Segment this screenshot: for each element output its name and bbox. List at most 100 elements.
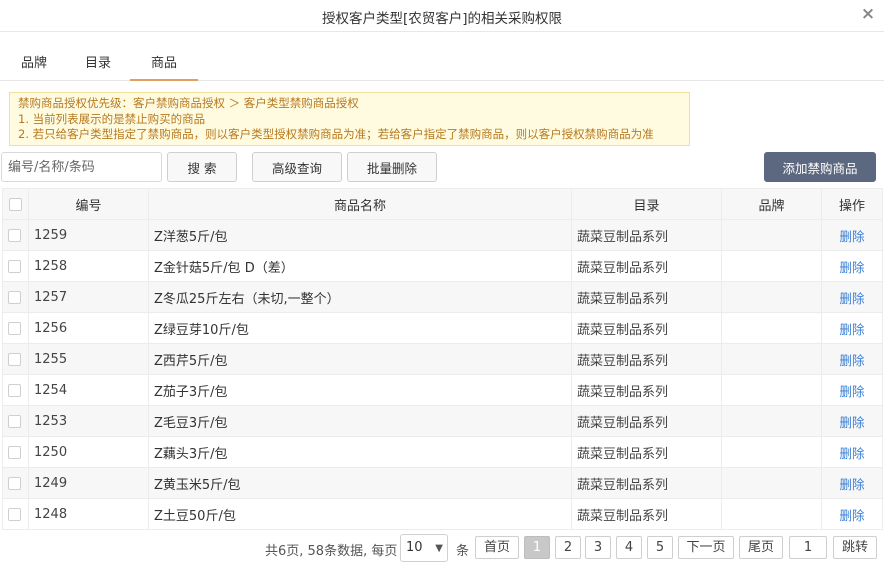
cell-brand <box>721 312 822 344</box>
cell-category: 蔬菜豆制品系列 <box>571 281 722 313</box>
cell-action: 删除 <box>821 405 883 437</box>
delete-link[interactable]: 删除 <box>839 477 864 492</box>
dialog-title: 授权客户类型[农贸客户]的相关采购权限 <box>321 11 563 27</box>
table-row: 1257 Z冬瓜25斤左右（未切,一整个） 蔬菜豆制品系列 删除 <box>2 281 883 313</box>
cell-action: 删除 <box>821 281 883 313</box>
page-size-unit: 条 <box>456 544 470 559</box>
notice-line-1: 1. 当前列表展示的是禁止购买的商品 <box>18 111 206 126</box>
row-checkbox[interactable] <box>8 352 21 366</box>
batch-delete-button[interactable]: 批量删除 <box>347 152 437 182</box>
next-page-button[interactable]: 下一页 <box>678 536 734 559</box>
cell-brand <box>721 436 822 468</box>
delete-link[interactable]: 删除 <box>839 260 864 275</box>
cell-name: Z金针菇5斤/包 D（差） <box>148 250 572 282</box>
header-brand[interactable]: 品牌 <box>721 188 822 220</box>
page-size-select[interactable]: 10 ▼ <box>400 534 448 562</box>
row-checkbox[interactable] <box>8 321 21 335</box>
delete-link[interactable]: 删除 <box>839 415 864 430</box>
page-size-value: 10 <box>406 540 423 555</box>
tab-catalog[interactable]: 目录 <box>74 50 122 81</box>
delete-link[interactable]: 删除 <box>839 353 864 368</box>
cell-id: 1250 <box>28 436 149 468</box>
row-checkbox[interactable] <box>8 383 21 397</box>
cell-category: 蔬菜豆制品系列 <box>571 343 722 375</box>
row-checkbox[interactable] <box>8 476 21 490</box>
page-button-3[interactable]: 3 <box>585 536 611 559</box>
delete-link[interactable]: 删除 <box>839 322 864 337</box>
row-checkbox-cell <box>2 281 29 313</box>
delete-link[interactable]: 删除 <box>839 291 864 306</box>
select-all-checkbox[interactable] <box>9 197 22 211</box>
cell-name: Z绿豆芽10斤/包 <box>148 312 572 344</box>
cell-name: Z藕头3斤/包 <box>148 436 572 468</box>
row-checkbox-cell <box>2 436 29 468</box>
cell-name: Z土豆50斤/包 <box>148 498 572 530</box>
search-button[interactable]: 搜 索 <box>167 152 237 182</box>
cell-action: 删除 <box>821 498 883 530</box>
header-action: 操作 <box>821 188 883 220</box>
table-row: 1249 Z黄玉米5斤/包 蔬菜豆制品系列 删除 <box>2 467 883 499</box>
table-row: 1253 Z毛豆3斤/包 蔬菜豆制品系列 删除 <box>2 405 883 437</box>
close-icon[interactable]: × <box>858 4 878 24</box>
cell-id: 1259 <box>28 219 149 251</box>
table-row: 1250 Z藕头3斤/包 蔬菜豆制品系列 删除 <box>2 436 883 468</box>
product-table-wrap: 编号 商品名称 目录 品牌 操作 1259 Z洋葱5斤/包 蔬菜豆制品系列 删除 12… <box>2 188 883 530</box>
tab-brand[interactable]: 品牌 <box>10 50 58 81</box>
cell-id: 1248 <box>28 498 149 530</box>
jump-button[interactable]: 跳转 <box>833 536 877 559</box>
header-category[interactable]: 目录 <box>571 188 722 220</box>
row-checkbox[interactable] <box>8 290 21 304</box>
cell-id: 1249 <box>28 467 149 499</box>
cell-name: Z冬瓜25斤左右（未切,一整个） <box>148 281 572 313</box>
jump-page-input[interactable]: 1 <box>789 536 827 559</box>
row-checkbox-cell <box>2 343 29 375</box>
dialog-titlebar: 授权客户类型[农贸客户]的相关采购权限 × <box>0 0 884 32</box>
cell-category: 蔬菜豆制品系列 <box>571 374 722 406</box>
page-button-2[interactable]: 2 <box>555 536 581 559</box>
table-row: 1256 Z绿豆芽10斤/包 蔬菜豆制品系列 删除 <box>2 312 883 344</box>
cell-action: 删除 <box>821 343 883 375</box>
row-checkbox-cell <box>2 312 29 344</box>
cell-category: 蔬菜豆制品系列 <box>571 312 722 344</box>
cell-name: Z黄玉米5斤/包 <box>148 467 572 499</box>
cell-id: 1257 <box>28 281 149 313</box>
row-checkbox[interactable] <box>8 445 21 459</box>
delete-link[interactable]: 删除 <box>839 229 864 244</box>
page-button-4[interactable]: 4 <box>616 536 642 559</box>
delete-link[interactable]: 删除 <box>839 446 864 461</box>
row-checkbox[interactable] <box>8 259 21 273</box>
cell-name: Z洋葱5斤/包 <box>148 219 572 251</box>
table-row: 1248 Z土豆50斤/包 蔬菜豆制品系列 删除 <box>2 498 883 530</box>
priority-notice: 禁购商品授权优先级：客户禁购商品授权 ＞ 客户类型禁购商品授权 1. 当前列表展… <box>9 92 690 146</box>
row-checkbox-cell <box>2 498 29 530</box>
first-page-button[interactable]: 首页 <box>475 536 519 559</box>
last-page-button[interactable]: 尾页 <box>739 536 783 559</box>
search-input[interactable] <box>1 152 162 182</box>
toolbar: 搜 索 高级查询 批量删除 添加禁购商品 <box>0 152 884 183</box>
cell-name: Z西芹5斤/包 <box>148 343 572 375</box>
row-checkbox-cell <box>2 405 29 437</box>
select-all-cell <box>2 188 29 220</box>
cell-category: 蔬菜豆制品系列 <box>571 467 722 499</box>
cell-action: 删除 <box>821 312 883 344</box>
row-checkbox[interactable] <box>8 414 21 428</box>
table-row: 1255 Z西芹5斤/包 蔬菜豆制品系列 删除 <box>2 343 883 375</box>
page-button-5[interactable]: 5 <box>647 536 673 559</box>
tab-product[interactable]: 商品 <box>130 50 198 81</box>
delete-link[interactable]: 删除 <box>839 384 864 399</box>
page-button-1[interactable]: 1 <box>524 536 550 559</box>
delete-link[interactable]: 删除 <box>839 508 864 523</box>
row-checkbox[interactable] <box>8 507 21 521</box>
chevron-down-icon: ▼ <box>435 543 443 554</box>
header-name[interactable]: 商品名称 <box>148 188 572 220</box>
header-id[interactable]: 编号 <box>28 188 149 220</box>
table-header-row: 编号 商品名称 目录 品牌 操作 <box>2 188 883 220</box>
row-checkbox[interactable] <box>8 228 21 242</box>
cell-category: 蔬菜豆制品系列 <box>571 436 722 468</box>
advanced-search-button[interactable]: 高级查询 <box>252 152 342 182</box>
cell-name: Z茄子3斤/包 <box>148 374 572 406</box>
add-forbidden-product-button[interactable]: 添加禁购商品 <box>764 152 876 182</box>
cell-category: 蔬菜豆制品系列 <box>571 250 722 282</box>
cell-action: 删除 <box>821 219 883 251</box>
cell-name: Z毛豆3斤/包 <box>148 405 572 437</box>
